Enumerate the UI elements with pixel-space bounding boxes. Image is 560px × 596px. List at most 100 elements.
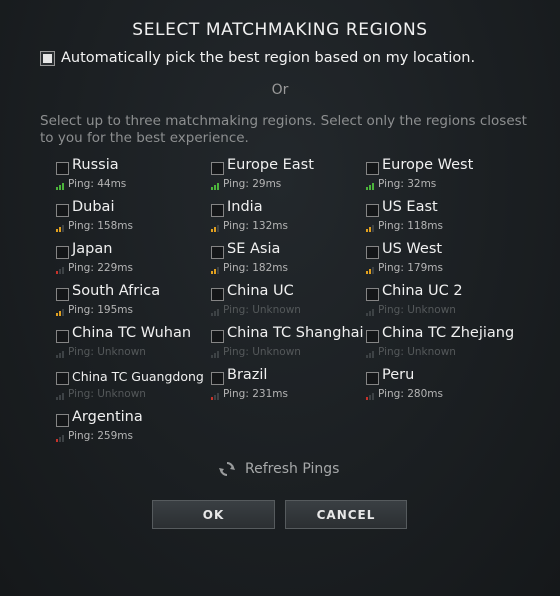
region-option[interactable]: Argentina Ping: 259ms [56,409,216,445]
ping-text: Ping: Unknown [378,346,456,358]
signal-bar [372,393,374,400]
region-option[interactable]: China TC Shanghai Ping: Unknown [211,325,371,361]
signal-bar [214,311,216,316]
region-checkbox[interactable] [56,414,69,427]
signal-bar [211,187,213,190]
region-checkbox[interactable] [56,372,69,385]
signal-bar [56,397,58,400]
region-option[interactable]: India Ping: 132ms [211,199,371,235]
signal-bar [369,311,371,316]
region-name: China TC Guangdong [72,369,204,384]
region-checkbox[interactable] [366,246,379,259]
signal-bar [369,395,371,400]
signal-strength-icon [366,308,375,316]
signal-bar [369,269,371,274]
signal-strength-icon [211,308,220,316]
region-option[interactable]: Europe East Ping: 29ms [211,157,371,193]
region-checkbox[interactable] [56,288,69,301]
refresh-pings-button[interactable]: Refresh Pings [218,460,339,478]
region-ping: Ping: Unknown [366,346,456,358]
signal-strength-icon [56,224,65,232]
signal-bar [217,183,219,190]
signal-bar [59,395,61,400]
region-ping: Ping: 280ms [366,388,443,400]
auto-pick-option[interactable]: Automatically pick the best region based… [40,50,475,66]
region-checkbox[interactable] [56,246,69,259]
region-checkbox[interactable] [211,372,224,385]
signal-strength-icon [366,182,375,190]
region-checkbox[interactable] [56,330,69,343]
region-option[interactable]: China TC Wuhan Ping: Unknown [56,325,216,361]
region-checkbox[interactable] [366,330,379,343]
region-option[interactable]: Russia Ping: 44ms [56,157,216,193]
signal-bar [59,353,61,358]
ping-text: Ping: 118ms [378,220,443,232]
region-ping: Ping: 229ms [56,262,133,274]
region-name: South Africa [72,283,161,299]
region-option[interactable]: US East Ping: 118ms [366,199,526,235]
ping-text: Ping: 158ms [68,220,133,232]
region-name: China TC Wuhan [72,325,192,341]
region-option[interactable]: China UC 2 Ping: Unknown [366,283,526,319]
region-ping: Ping: 259ms [56,430,133,442]
region-name: Europe East [227,157,314,173]
signal-strength-icon [56,182,65,190]
region-ping: Ping: 44ms [56,178,126,190]
region-checkbox[interactable] [366,288,379,301]
signal-bar [56,187,58,190]
region-checkbox[interactable] [211,246,224,259]
ping-text: Ping: 259ms [68,430,133,442]
region-option[interactable]: US West Ping: 179ms [366,241,526,277]
region-option[interactable]: China TC Zhejiang Ping: Unknown [366,325,526,361]
refresh-pings-label: Refresh Pings [245,461,340,477]
region-checkbox[interactable] [366,372,379,385]
ping-text: Ping: 179ms [378,262,443,274]
signal-bar [214,353,216,358]
signal-bar [366,229,368,232]
region-checkbox[interactable] [211,330,224,343]
signal-bar [56,271,58,274]
signal-bar [372,225,374,232]
region-name: Brazil [227,367,268,383]
signal-bar [56,229,58,232]
region-option[interactable]: Dubai Ping: 158ms [56,199,216,235]
signal-bar [211,229,213,232]
region-option[interactable]: Europe West Ping: 32ms [366,157,526,193]
signal-strength-icon [211,350,220,358]
region-checkbox[interactable] [211,204,224,217]
cancel-button[interactable]: CANCEL [285,500,407,529]
region-option[interactable]: China TC Guangdong Ping: Unknown [56,367,216,403]
region-option[interactable]: Brazil Ping: 231ms [211,367,371,403]
region-checkbox[interactable] [366,162,379,175]
ok-button[interactable]: OK [152,500,275,529]
region-checkbox[interactable] [56,204,69,217]
signal-bar [214,269,216,274]
region-name: Peru [382,367,415,383]
signal-strength-icon [56,350,65,358]
region-option[interactable]: Japan Ping: 229ms [56,241,216,277]
signal-bar [372,351,374,358]
region-name: China TC Zhejiang [382,325,515,341]
signal-strength-icon [366,266,375,274]
region-option[interactable]: SE Asia Ping: 182ms [211,241,371,277]
ping-text: Ping: 32ms [378,178,437,190]
region-checkbox[interactable] [211,162,224,175]
ping-text: Ping: 195ms [68,304,133,316]
signal-bar [62,309,64,316]
region-option[interactable]: South Africa Ping: 195ms [56,283,216,319]
region-option[interactable]: China UC Ping: Unknown [211,283,371,319]
region-checkbox[interactable] [366,204,379,217]
auto-pick-checkbox[interactable] [40,50,55,66]
region-name: US East [382,199,438,215]
region-checkbox[interactable] [56,162,69,175]
region-checkbox[interactable] [211,288,224,301]
signal-strength-icon [211,266,220,274]
signal-bar [62,393,64,400]
refresh-icon [219,462,235,476]
region-option[interactable]: Peru Ping: 280ms [366,367,526,403]
signal-bar [62,183,64,190]
signal-bar [62,435,64,442]
region-ping: Ping: 179ms [366,262,443,274]
signal-bar [372,267,374,274]
region-ping: Ping: 132ms [211,220,288,232]
